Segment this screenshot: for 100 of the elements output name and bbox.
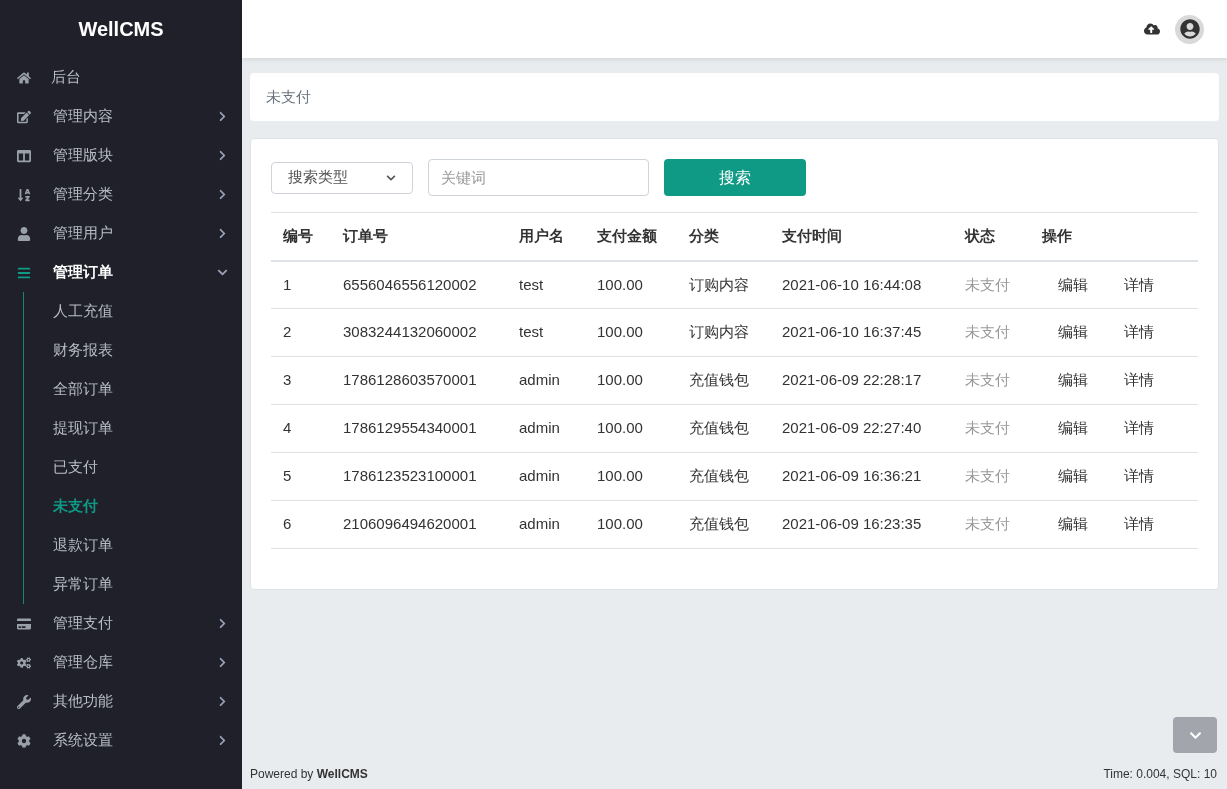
status-cell: 未支付 [953, 308, 1030, 357]
nav-subitem[interactable]: 异常订单 [24, 565, 242, 604]
table-cell: admin [507, 452, 585, 501]
brand-logo[interactable]: WellCMS [0, 0, 242, 58]
gears-icon [17, 655, 31, 670]
table-cell: admin [507, 356, 585, 405]
nav-subitem[interactable]: 提现订单 [24, 409, 242, 448]
chevron-right-icon [217, 150, 228, 161]
table-cell: 100.00 [585, 404, 677, 453]
nav-item[interactable]: 后台 [0, 58, 242, 97]
table-cell: 充值钱包 [677, 356, 770, 405]
nav-subitem[interactable]: 财务报表 [24, 331, 242, 370]
breadcrumb: 未支付 [266, 86, 311, 107]
edit-link[interactable]: 编辑 [1058, 273, 1088, 296]
chevron-down-icon [217, 267, 228, 278]
column-header: 支付金额 [585, 212, 677, 261]
nav-item[interactable]: 管理仓库 [0, 643, 242, 682]
table-cell: 1786123523100001 [331, 452, 507, 501]
nav-item[interactable]: 其他功能 [0, 682, 242, 721]
sort-icon [17, 187, 31, 202]
nav-item[interactable]: 管理用户 [0, 214, 242, 253]
column-header: 订单号 [331, 212, 507, 261]
table-cell: 1786129554340001 [331, 404, 507, 453]
nav-subitem[interactable]: 人工充值 [24, 292, 242, 331]
menu-icon [17, 265, 31, 280]
nav-item[interactable]: 管理订单 [0, 253, 242, 292]
column-header: 分类 [677, 212, 770, 261]
table-cell: test [507, 260, 585, 309]
table-cell: 充值钱包 [677, 500, 770, 549]
table-cell: 充值钱包 [677, 404, 770, 453]
table-cell: 2021-06-09 22:27:40 [770, 404, 953, 453]
table-cell: 2106096494620001 [331, 500, 507, 549]
search-button[interactable]: 搜索 [664, 159, 806, 196]
column-header: 操作 [1030, 212, 1198, 261]
table-cell: 1786128603570001 [331, 356, 507, 405]
table-cell: 订购内容 [677, 308, 770, 357]
nav-subitem[interactable]: 未支付 [24, 487, 242, 526]
table-cell: 6556046556120002 [331, 260, 507, 309]
edit-link[interactable]: 编辑 [1058, 369, 1088, 392]
table-cell: 2021-06-09 16:36:21 [770, 452, 953, 501]
nav-subitem[interactable]: 全部订单 [24, 370, 242, 409]
edit-link[interactable]: 编辑 [1058, 321, 1088, 344]
status-cell: 未支付 [953, 452, 1030, 501]
wrench-icon [17, 694, 31, 709]
details-link[interactable]: 详情 [1124, 465, 1154, 488]
details-link[interactable]: 详情 [1124, 321, 1154, 344]
settings-icon [17, 733, 31, 748]
details-link[interactable]: 详情 [1124, 513, 1154, 536]
column-header: 支付时间 [770, 212, 953, 261]
edit-link[interactable]: 编辑 [1058, 513, 1088, 536]
table-cell: 100.00 [585, 500, 677, 549]
keyword-field[interactable]: 关键词 [428, 159, 649, 196]
nav-subitem[interactable]: 已支付 [24, 448, 242, 487]
type-select[interactable]: 搜索类型 [271, 161, 413, 194]
status-cell: 未支付 [953, 356, 1030, 405]
details-link[interactable]: 详情 [1124, 273, 1154, 296]
edit-link[interactable]: 编辑 [1058, 417, 1088, 440]
table-cell: 100.00 [585, 260, 677, 309]
table-cell: 1 [271, 260, 331, 309]
cloud-upload-icon[interactable] [1144, 21, 1160, 37]
column-header: 状态 [953, 212, 1030, 261]
table-cell: 2021-06-10 16:44:08 [770, 260, 953, 309]
chevron-right-icon [217, 228, 228, 239]
nav-item[interactable]: 管理版块 [0, 136, 242, 175]
status-cell: 未支付 [953, 404, 1030, 453]
chevron-right-icon [217, 189, 228, 200]
table-cell: 订购内容 [677, 260, 770, 309]
table-cell: 6 [271, 500, 331, 549]
table-cell: 充值钱包 [677, 452, 770, 501]
table-cell: 100.00 [585, 308, 677, 357]
chevron-right-icon [217, 618, 228, 629]
nav-subitem[interactable]: 退款订单 [24, 526, 242, 565]
columns-icon [17, 148, 31, 163]
details-link[interactable]: 详情 [1124, 369, 1154, 392]
chevron-right-icon [217, 111, 228, 122]
powered-by-text: Powered by WellCMS [250, 766, 368, 783]
edit-link[interactable]: 编辑 [1058, 465, 1088, 488]
table-cell: 2021-06-09 16:23:35 [770, 500, 953, 549]
nav-item[interactable]: 管理分类 [0, 175, 242, 214]
table-cell: 2021-06-09 22:28:17 [770, 356, 953, 405]
table-cell: 3 [271, 356, 331, 405]
nav-item[interactable]: 管理支付 [0, 604, 242, 643]
details-link[interactable]: 详情 [1124, 417, 1154, 440]
table-cell: 5 [271, 452, 331, 501]
home-icon [17, 70, 31, 85]
edit-icon [17, 109, 31, 124]
column-header: 编号 [271, 212, 331, 261]
table-cell: admin [507, 404, 585, 453]
stats-text: Time: 0.004, SQL: 10 [1103, 766, 1217, 783]
chevron-right-icon [217, 657, 228, 668]
table-cell: 4 [271, 404, 331, 453]
avatar[interactable] [1175, 14, 1204, 44]
table-cell: 2021-06-10 16:37:45 [770, 308, 953, 357]
nav-item[interactable]: 管理内容 [0, 97, 242, 136]
table-cell: test [507, 308, 585, 357]
card-icon [17, 616, 31, 631]
table-cell: 100.00 [585, 452, 677, 501]
nav-item[interactable]: 系统设置 [0, 721, 242, 760]
chevron-right-icon [217, 696, 228, 707]
status-cell: 未支付 [953, 260, 1030, 309]
